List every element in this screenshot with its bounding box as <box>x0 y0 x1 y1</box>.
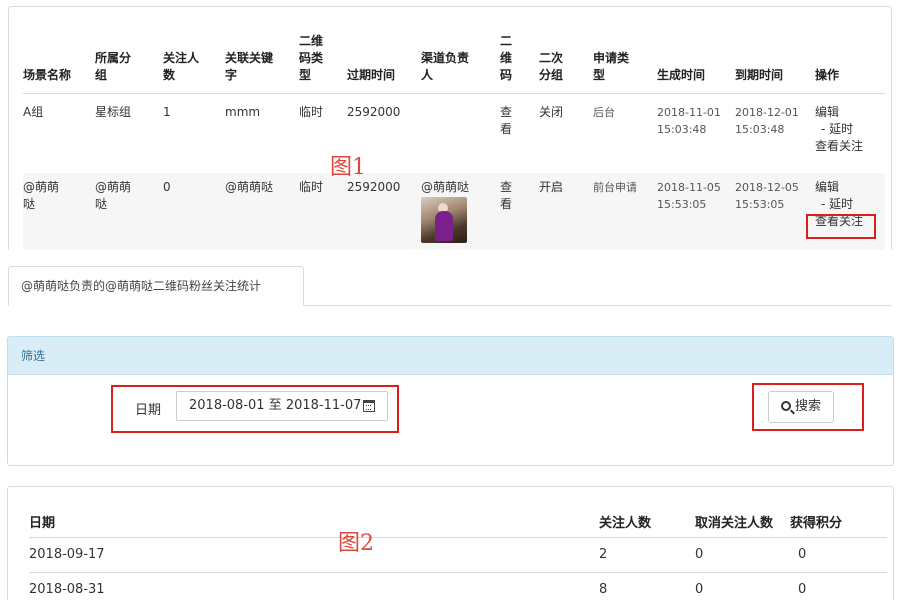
cell-group: 星标组 <box>95 105 132 119</box>
view-follow-link[interactable]: 查看关注 <box>815 138 863 155</box>
cell-keyword: mmm <box>225 105 261 119</box>
highlight-box-view-follow <box>806 214 876 239</box>
filter-panel: 筛选 日期 2018-08-01 至 2018-11-07 搜索 <box>7 336 894 466</box>
stats-row-divider <box>29 572 887 573</box>
stats-cell-follow: 8 <box>599 582 608 597</box>
cell-subgroup: 开启 <box>539 180 564 194</box>
cell-due: 2018-12-01 15:03:48 <box>735 106 799 136</box>
th-unfollow: 取消关注人数 <box>695 516 774 531</box>
cell-qr-type: 临时 <box>299 105 324 119</box>
delay-link[interactable]: - 延时 <box>815 121 863 138</box>
stats-cell-unfollow: 0 <box>695 582 704 597</box>
th-points: 获得积分 <box>790 516 843 531</box>
cell-expire: 2592000 <box>347 180 401 194</box>
th-qr-type: 二维 码类型 <box>299 34 324 82</box>
stats-header-divider <box>29 537 887 538</box>
cell-subgroup: 关闭 <box>539 105 564 119</box>
stats-cell-points: 0 <box>798 582 807 597</box>
filter-panel-title: 筛选 <box>8 337 893 375</box>
figure-label-2: 图2 <box>338 531 374 556</box>
th-owner: 渠道负责人 <box>421 51 470 82</box>
th-apply-type: 申请类型 <box>593 51 630 82</box>
view-qr-link[interactable]: 查看 <box>500 179 512 213</box>
cell-expire: 2592000 <box>347 105 401 119</box>
th-expire: 过期时间 <box>347 68 396 82</box>
cell-scene: A组 <box>23 105 44 119</box>
view-qr-link[interactable]: 查看 <box>500 104 512 138</box>
avatar-figure-body <box>435 211 453 241</box>
tab-fan-stats[interactable]: @萌萌哒负责的@萌萌哒二维码粉丝关注统计 <box>8 266 304 306</box>
fan-stats-panel: 日期 关注人数 取消关注人数 获得积分 2018-09-17 2 0 0 201… <box>7 486 894 600</box>
th-subgroup: 二次 分组 <box>539 51 564 82</box>
cell-scene: @萌萌哒 <box>23 180 60 211</box>
cell-owner: @萌萌哒 <box>421 180 470 194</box>
th-follow: 关注人数 <box>599 516 652 531</box>
cell-apply-type: 后台 <box>593 106 615 119</box>
highlight-box-search <box>752 383 864 431</box>
owner-avatar-thumbnail <box>421 197 467 243</box>
stats-cell-unfollow: 0 <box>695 547 704 562</box>
delay-link[interactable]: - 延时 <box>815 196 863 213</box>
edit-link[interactable]: 编辑 <box>815 179 863 196</box>
cell-group: @萌萌哒 <box>95 180 132 211</box>
cell-qr-type: 临时 <box>299 180 324 194</box>
cell-keyword: @萌萌哒 <box>225 180 274 194</box>
cell-fans: 0 <box>163 180 171 194</box>
cell-ops: 编辑 - 延时 查看关注 <box>815 104 863 155</box>
cell-due: 2018-12-05 15:53:05 <box>735 181 799 211</box>
header-divider <box>23 93 885 94</box>
th-scene: 场景名称 <box>23 68 72 82</box>
cell-fans: 1 <box>163 105 171 119</box>
th-fans: 关注人数 <box>163 51 200 82</box>
cell-created: 2018-11-05 15:53:05 <box>657 181 721 211</box>
cell-apply-type: 前台申请 <box>593 181 637 194</box>
qr-scene-panel: 场景名称 所属分组 关注人数 关联关键字 二维 码类型 过期时间 渠道负责人 二维… <box>8 6 892 250</box>
cell-created: 2018-11-01 15:03:48 <box>657 106 721 136</box>
th-date: 日期 <box>29 516 56 531</box>
th-group: 所属分组 <box>95 51 132 82</box>
figure-label-1: 图1 <box>330 155 366 180</box>
stats-cell-follow: 2 <box>599 547 608 562</box>
th-qr: 二维码 <box>500 34 513 82</box>
stats-cell-date: 2018-08-31 <box>29 582 105 597</box>
stats-cell-points: 0 <box>798 547 807 562</box>
th-created: 生成时间 <box>657 68 706 82</box>
th-keyword: 关联关键字 <box>225 51 274 82</box>
th-ops: 操作 <box>815 68 840 82</box>
highlight-box-date <box>111 385 399 433</box>
stats-cell-date: 2018-09-17 <box>29 547 105 562</box>
th-due: 到期时间 <box>735 68 784 82</box>
edit-link[interactable]: 编辑 <box>815 104 863 121</box>
